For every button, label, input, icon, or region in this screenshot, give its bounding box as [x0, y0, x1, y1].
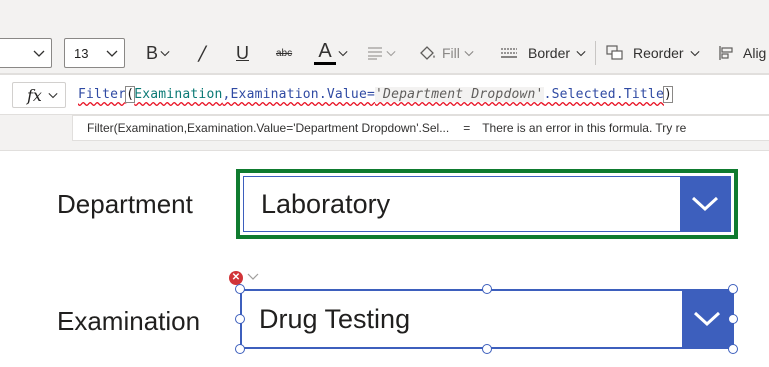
department-dropdown-inner: Laboratory	[243, 176, 731, 232]
bold-button[interactable]: B	[146, 38, 170, 68]
italic-button[interactable]: /	[199, 38, 206, 68]
department-dropdown[interactable]: Laboratory	[236, 169, 738, 239]
align-objects-button[interactable]: Alig	[718, 38, 766, 68]
formula-close-paren: )	[662, 86, 674, 103]
align-objects-icon	[719, 46, 733, 60]
strikethrough-icon: abc	[276, 47, 293, 59]
hint-formula-text: Filter(Examination,Examination.Value='De…	[87, 121, 450, 135]
paint-bucket-icon	[420, 46, 435, 60]
resize-handle[interactable]	[235, 344, 245, 354]
chevron-down-icon	[48, 92, 58, 99]
chevron-down-icon	[160, 50, 170, 57]
formula-field-token: ,Examination.Value=	[222, 87, 376, 102]
formula-property-token: .Selected.Title	[543, 87, 664, 102]
hint-equals: =	[463, 121, 471, 135]
font-color-bar	[314, 61, 336, 65]
fill-button[interactable]: Fill	[418, 38, 474, 68]
examination-label: Examination	[57, 306, 201, 336]
resize-handle[interactable]	[482, 344, 492, 354]
formula-datasource-token: Examination	[134, 87, 223, 102]
chevron-down-icon[interactable]	[247, 273, 259, 281]
border-button[interactable]: Border	[500, 38, 586, 68]
reorder-button[interactable]: Reorder	[606, 38, 700, 68]
formula-error-hint: Filter(Examination,Examination.Value='De…	[72, 115, 769, 141]
underline-icon: U	[236, 42, 249, 63]
font-size-value: 13	[74, 45, 89, 61]
underline-button[interactable]: U	[236, 38, 249, 68]
chevron-down-icon	[338, 50, 348, 57]
chevron-down-icon	[691, 196, 719, 212]
error-icon[interactable]: ✕	[229, 271, 243, 285]
chevron-down-icon	[386, 50, 396, 57]
chevron-down-icon	[576, 50, 586, 57]
formula-function-token: Filter	[78, 87, 127, 102]
resize-handle[interactable]	[728, 284, 738, 294]
chevron-down-icon	[33, 50, 45, 57]
department-dropdown-value: Laboratory	[261, 188, 391, 219]
formula-string-token: 'Department Dropdown'	[375, 87, 544, 102]
department-dropdown-arrow[interactable]	[680, 177, 730, 231]
font-family-select[interactable]	[0, 38, 52, 68]
reorder-icon	[606, 45, 623, 60]
font-color-icon: A	[314, 41, 336, 65]
examination-dropdown[interactable]: Drug Testing	[240, 289, 734, 349]
resize-handle[interactable]	[235, 284, 245, 294]
chevron-down-icon	[693, 311, 721, 327]
font-size-select[interactable]: 13	[64, 38, 125, 68]
chevron-down-icon	[106, 50, 118, 57]
align-button[interactable]	[367, 38, 396, 68]
examination-dropdown-value: Drug Testing	[259, 303, 411, 334]
resize-handle[interactable]	[728, 344, 738, 354]
toolbar-divider	[595, 41, 596, 65]
align-icon	[368, 47, 382, 60]
resize-handle[interactable]	[728, 314, 738, 324]
resize-handle[interactable]	[235, 314, 245, 324]
resize-handle[interactable]	[482, 284, 492, 294]
department-label: Department	[57, 189, 193, 219]
font-color-button[interactable]: A	[314, 38, 348, 68]
formula-input[interactable]: Filter(Examination,Examination.Value='De…	[78, 86, 674, 103]
border-icon	[501, 48, 517, 58]
italic-icon: /	[199, 41, 206, 65]
chevron-down-icon	[690, 50, 700, 57]
chevron-down-icon	[464, 50, 474, 57]
ribbon-toolbar: 13 B / U abc A Fill Border Reorder Alig	[0, 0, 769, 74]
property-selector-button[interactable]: fx	[12, 82, 66, 108]
hint-error-message: There is an error in this formula. Try r…	[482, 121, 687, 135]
fx-icon: fx	[27, 85, 42, 105]
formula-open-paren: (	[125, 86, 136, 103]
examination-dropdown-arrow[interactable]	[682, 291, 732, 347]
formula-hint-row: Filter(Examination,Examination.Value='De…	[0, 115, 769, 151]
formula-bar: fx Filter(Examination,Examination.Value=…	[0, 74, 769, 115]
bold-icon: B	[146, 42, 159, 63]
strikethrough-button[interactable]: abc	[276, 38, 292, 68]
